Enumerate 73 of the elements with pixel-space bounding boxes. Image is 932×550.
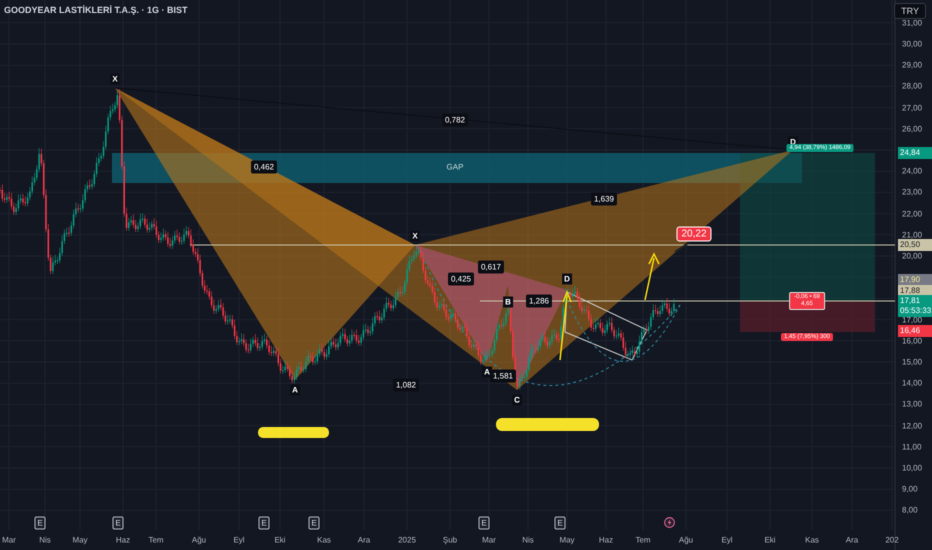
time-axis-label: May <box>559 536 575 544</box>
price-axis-label: 12,00 <box>902 421 922 430</box>
chart-title: GOODYEAR LASTİKLERİ T.A.Ş. · 1G · BIST <box>4 5 188 15</box>
time-axis-label: Eki <box>274 536 286 544</box>
price-axis-label: 17,00 <box>902 315 922 324</box>
earnings-marker[interactable]: E <box>554 516 566 530</box>
price-axis-label: 24,00 <box>902 166 922 176</box>
earnings-marker[interactable]: E <box>34 516 46 530</box>
time-axis-label: Nis <box>522 536 534 544</box>
price-axis-label: 13,00 <box>902 400 922 409</box>
time-axis-label: 2025 <box>398 536 416 544</box>
ratio-label: 0,782 <box>442 114 468 126</box>
price-axis-label: 29,00 <box>902 60 922 70</box>
price-tag: 24,84 <box>898 147 932 159</box>
time-axis-label: Eki <box>764 536 776 544</box>
earnings-marker[interactable]: E <box>112 516 124 530</box>
ratio-label: 0,425 <box>448 272 474 286</box>
price-axis-label: 14,00 <box>902 378 922 388</box>
price-axis-label: 22,00 <box>902 209 922 218</box>
time-axis-label: May <box>72 536 88 544</box>
earnings-marker[interactable]: E <box>308 516 320 530</box>
time-axis-label: Eyl <box>721 536 733 544</box>
pattern-point-label: C <box>512 394 522 406</box>
price-axis-label: 16,00 <box>902 336 922 346</box>
price-axis-label: 27,00 <box>902 103 922 112</box>
price-axis-label: 15,00 <box>902 358 922 366</box>
ratio-label: 1,639 <box>590 192 618 206</box>
time-axis-label: Tem <box>148 536 164 544</box>
price-axis-label: 8,00 <box>902 506 918 515</box>
time-axis-label: Ara <box>358 536 370 544</box>
pattern-point-label: B <box>503 296 513 308</box>
currency-button[interactable]: TRY <box>894 3 926 19</box>
ratio-label: 1,286 <box>526 294 552 308</box>
price-axis-label: 26,00 <box>902 124 922 134</box>
time-axis-label: 202 <box>885 536 899 544</box>
ratio-label: 1,082 <box>392 378 420 392</box>
ratio-label: 0,617 <box>478 260 504 274</box>
price-tag: 16,46 <box>898 325 932 337</box>
price-axis-label: 28,00 <box>902 82 922 91</box>
time-axis-label: Ağu <box>678 536 694 544</box>
time-axis-label: Nis <box>39 536 51 544</box>
pattern-point-label: X <box>410 230 420 242</box>
price-axis-label: 20,00 <box>902 252 922 260</box>
time-axis-label: Kas <box>317 536 331 544</box>
earnings-marker[interactable]: E <box>258 516 270 530</box>
time-axis-label: Eyl <box>233 536 245 544</box>
price-axis-label: 23,00 <box>902 188 922 197</box>
price-axis-label: 10,00 <box>902 464 922 472</box>
ratio-label: 1,581 <box>490 370 516 382</box>
time-axis-label: Ağu <box>192 536 206 544</box>
price-tag: 17,81 05:53:33 <box>898 295 932 317</box>
price-axis-label: 9,00 <box>902 484 918 494</box>
time-axis-label: Mar <box>2 536 16 544</box>
gap-label: GAP <box>446 162 464 172</box>
time-axis-label: Haz <box>116 536 130 544</box>
time-axis-label: Haz <box>598 536 614 544</box>
pattern-point-label: D <box>562 274 572 284</box>
time-axis-label: Şub <box>442 536 458 544</box>
price-axis-label: 30,00 <box>902 40 922 48</box>
price-axis-label: 21,00 <box>902 230 922 240</box>
time-axis-label: Ara <box>846 536 858 544</box>
pattern-point-label: A <box>290 384 300 396</box>
earnings-marker[interactable]: E <box>478 516 490 530</box>
time-axis-label: Tem <box>635 536 651 544</box>
target-price-label: 20,22 <box>676 226 712 242</box>
price-tag: 17,90 <box>898 274 932 286</box>
ratio-label: 0,462 <box>250 160 278 174</box>
price-axis-label: 31,00 <box>902 18 922 28</box>
time-axis-label: Kas <box>805 536 819 544</box>
time-axis-label: Mar <box>482 536 496 544</box>
pattern-point-label: X <box>110 74 120 84</box>
price-axis-label: 11,00 <box>902 442 922 452</box>
price-tag: 20,50 <box>898 239 932 251</box>
